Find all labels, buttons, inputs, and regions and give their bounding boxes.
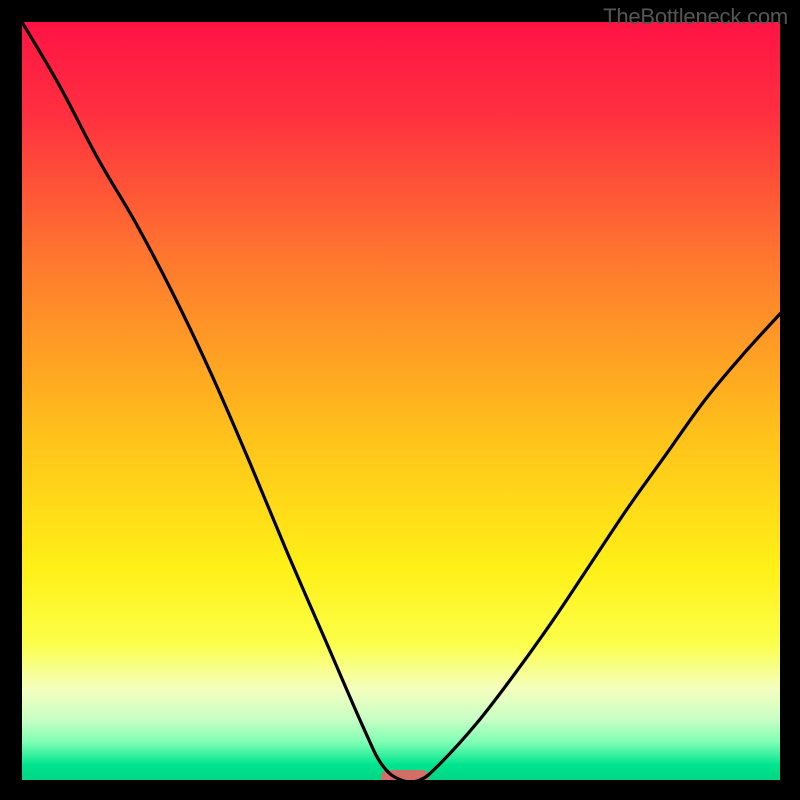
- bottleneck-curve: [22, 22, 780, 780]
- plot-area: [22, 22, 780, 780]
- curve-path: [22, 22, 780, 780]
- chart-frame: TheBottleneck.com: [0, 0, 800, 800]
- watermark-text: TheBottleneck.com: [603, 4, 788, 30]
